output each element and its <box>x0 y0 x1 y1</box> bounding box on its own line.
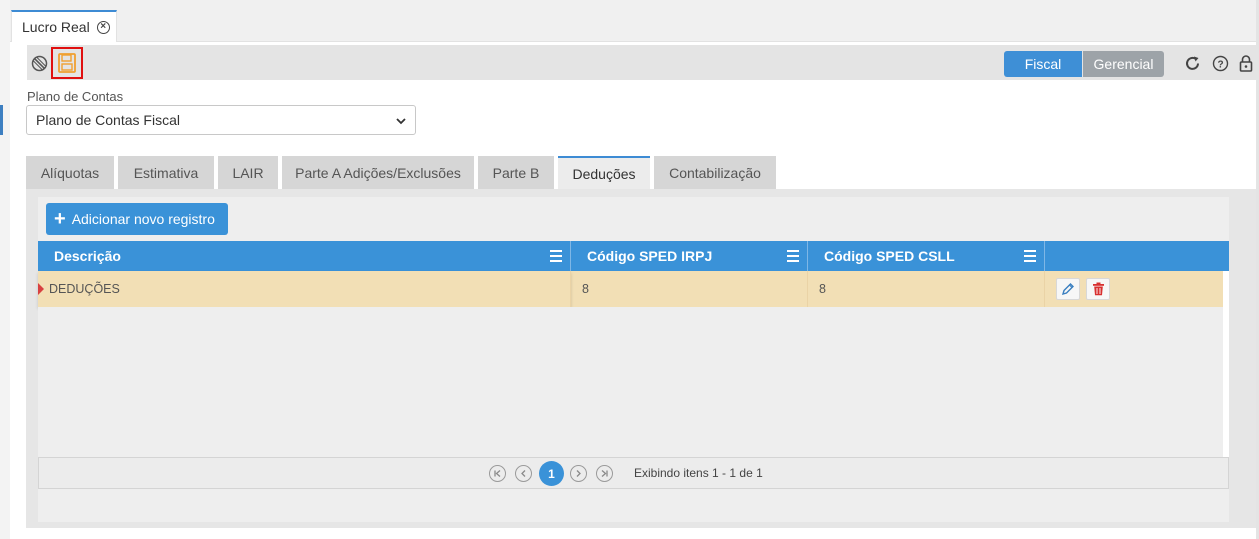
tab-deducoes[interactable]: Deduções <box>558 156 650 189</box>
grid-header: Descrição Código SPED IRPJ Código SPED C… <box>38 241 1229 271</box>
next-page-icon[interactable] <box>570 465 587 482</box>
plus-icon: + <box>54 208 66 230</box>
main-content: Fiscal Gerencial ? Plano de Contas Plano… <box>11 42 1259 539</box>
tab-bar: Alíquotas Estimativa LAIR Parte A Adiçõe… <box>26 156 776 189</box>
column-menu-icon[interactable] <box>1024 250 1036 265</box>
pager-info: Exibindo itens 1 - 1 de 1 <box>634 466 763 480</box>
add-record-button[interactable]: + Adicionar novo registro <box>46 203 228 235</box>
close-icon[interactable]: × <box>96 20 110 34</box>
cell-irpj: 8 <box>571 271 808 307</box>
column-header-label: Código SPED CSLL <box>824 248 955 264</box>
cell-actions <box>1045 271 1223 307</box>
column-header-actions <box>1045 241 1229 271</box>
plano-label: Plano de Contas <box>27 89 124 104</box>
tab-aliquotas[interactable]: Alíquotas <box>26 156 114 189</box>
tab-estimativa[interactable]: Estimativa <box>118 156 214 189</box>
pencil-icon <box>1061 283 1074 296</box>
last-page-icon[interactable] <box>596 465 613 482</box>
tab-lair[interactable]: LAIR <box>218 156 278 189</box>
selected-row-indicator <box>38 283 44 295</box>
table-row[interactable]: DEDUÇÕES 8 8 <box>38 271 1223 307</box>
svg-text:?: ? <box>1217 59 1223 70</box>
plano-select-value: Plano de Contas Fiscal <box>36 112 180 128</box>
edit-button[interactable] <box>1056 278 1080 300</box>
page-tab-lucro-real[interactable]: Lucro Real × <box>11 10 117 42</box>
column-menu-icon[interactable] <box>550 250 562 265</box>
column-header-descricao[interactable]: Descrição <box>38 241 571 271</box>
cell-descricao: DEDUÇÕES <box>38 271 571 307</box>
cancel-icon[interactable] <box>29 53 49 73</box>
chevron-down-icon <box>395 114 407 130</box>
grid-container: + Adicionar novo registro Descrição Códi… <box>38 197 1229 522</box>
grid-empty-area <box>38 307 1223 457</box>
column-header-csll[interactable]: Código SPED CSLL <box>808 241 1045 271</box>
cell-csll: 8 <box>808 271 1045 307</box>
left-edge <box>0 0 10 539</box>
save-button[interactable] <box>51 47 83 79</box>
save-icon <box>58 53 76 73</box>
gerencial-button[interactable]: Gerencial <box>1083 51 1164 77</box>
grid-scrollbar[interactable] <box>1223 271 1229 457</box>
tab-parte-b[interactable]: Parte B <box>478 156 554 189</box>
column-header-label: Descrição <box>54 248 121 264</box>
column-header-label: Código SPED IRPJ <box>587 248 713 264</box>
trash-icon <box>1092 282 1104 296</box>
refresh-icon[interactable] <box>1183 54 1201 72</box>
prev-page-icon[interactable] <box>515 465 532 482</box>
help-icon[interactable]: ? <box>1211 54 1229 72</box>
tab-contabilizacao[interactable]: Contabilização <box>654 156 776 189</box>
left-indicator <box>0 105 3 135</box>
first-page-icon[interactable] <box>489 465 506 482</box>
fiscal-button[interactable]: Fiscal <box>1004 51 1082 77</box>
top-bar <box>0 0 1259 42</box>
column-header-irpj[interactable]: Código SPED IRPJ <box>571 241 808 271</box>
toolbar: Fiscal Gerencial ? <box>27 45 1259 80</box>
lock-icon[interactable] <box>1237 54 1255 72</box>
add-record-label: Adicionar novo registro <box>71 211 215 227</box>
current-page-button[interactable]: 1 <box>539 461 564 486</box>
tab-parte-a[interactable]: Parte A Adições/Exclusões <box>282 156 474 189</box>
column-menu-icon[interactable] <box>787 250 799 265</box>
delete-button[interactable] <box>1086 278 1110 300</box>
pager: 1 Exibindo itens 1 - 1 de 1 <box>38 457 1229 489</box>
tab-panel: + Adicionar novo registro Descrição Códi… <box>26 189 1256 528</box>
page-tab-label: Lucro Real <box>22 19 90 35</box>
plano-de-contas-select[interactable]: Plano de Contas Fiscal <box>26 105 416 135</box>
